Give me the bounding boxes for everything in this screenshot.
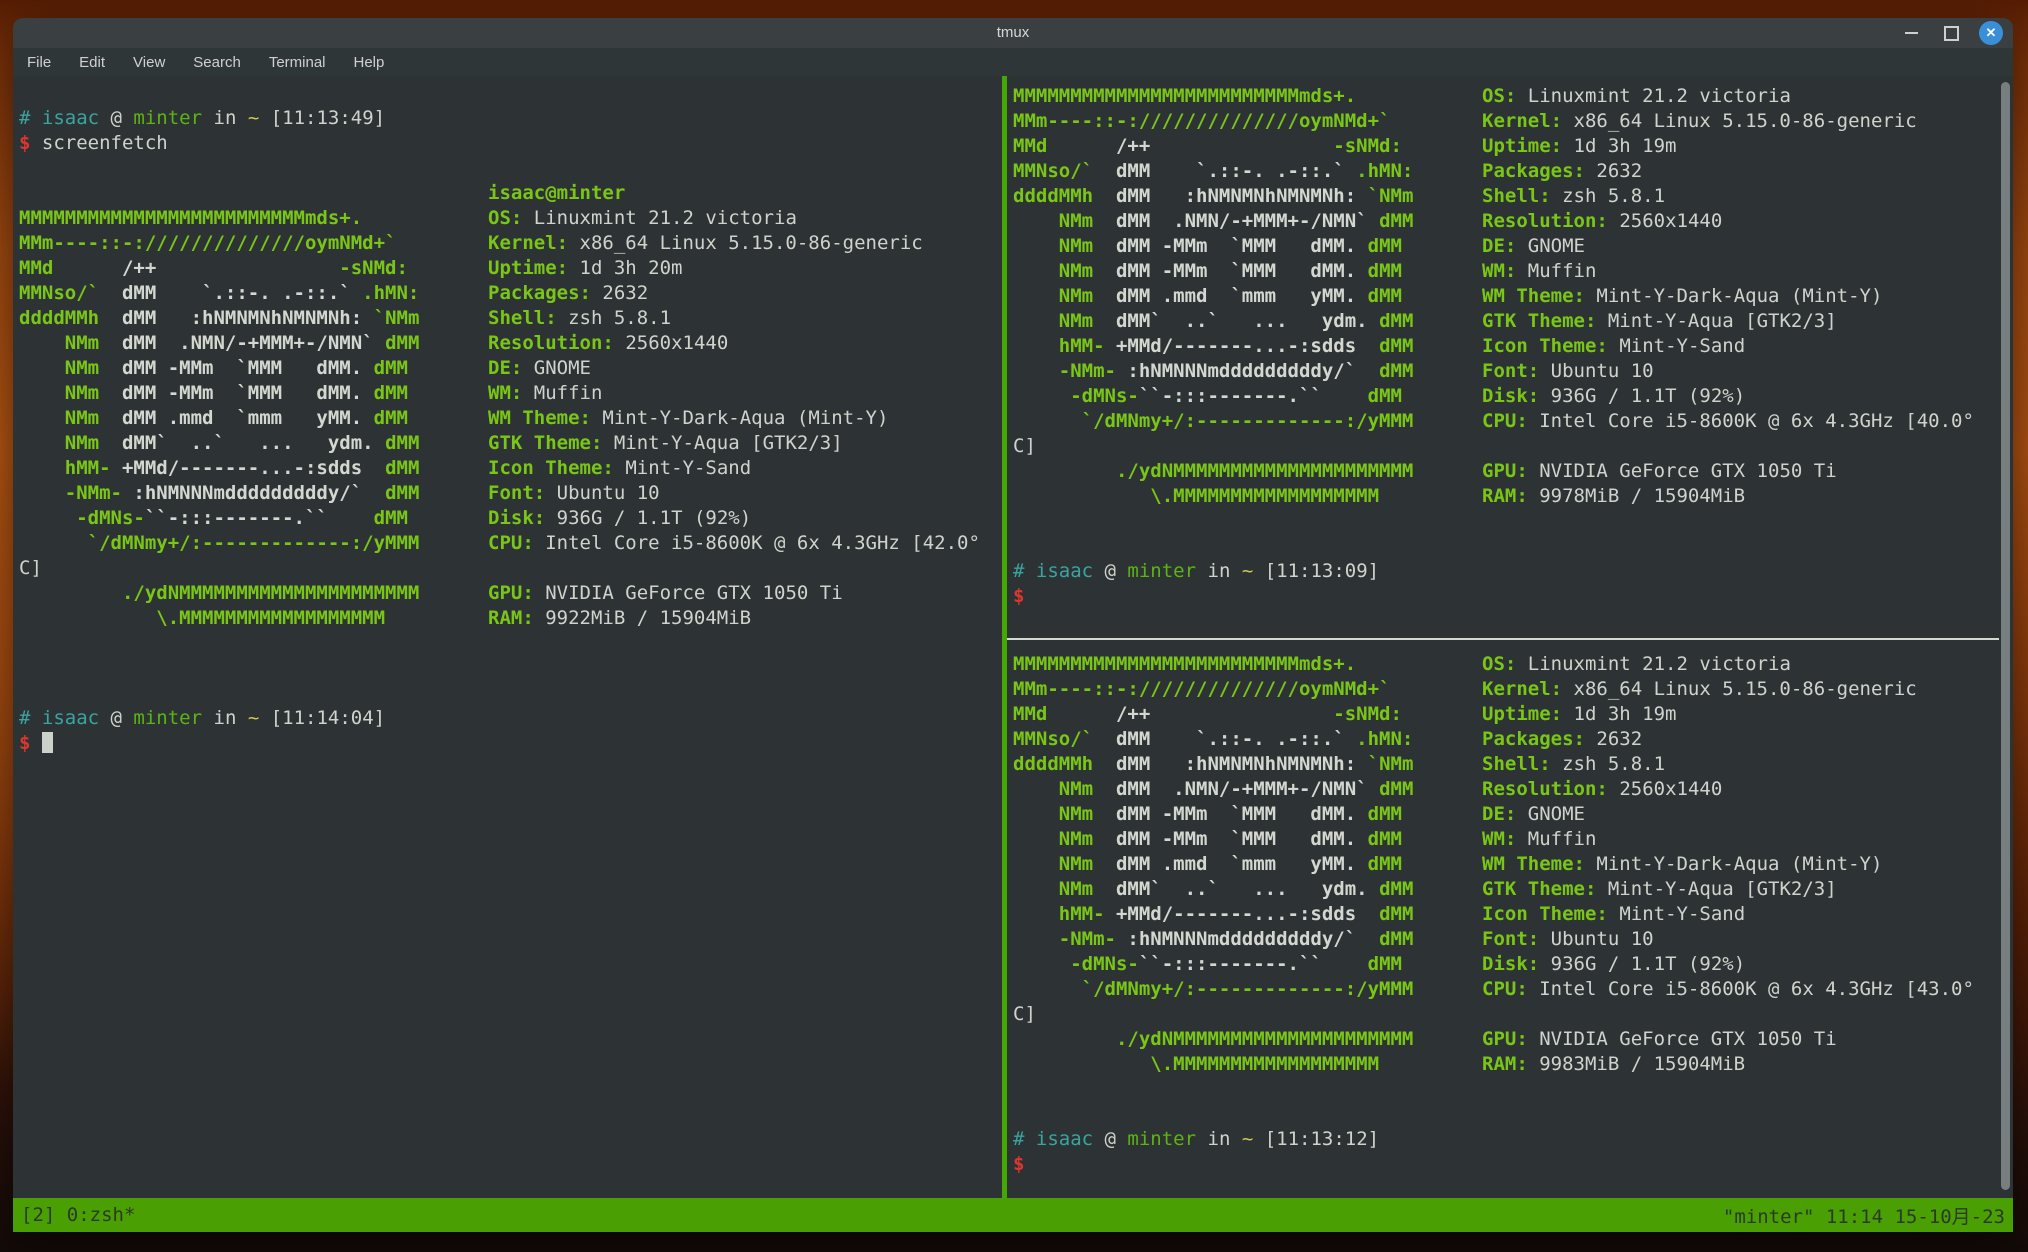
terminal-line: -dMNs-``-:::-------.`` dMM Disk: 936G / … [1013,384,2013,409]
menu-bar: File Edit View Search Terminal Help [13,48,2013,76]
terminal-line: C] [1013,1002,2013,1027]
terminal-line: hMM- +MMd/-------...-:sdds dMM Icon Them… [19,456,1008,481]
terminal-line: -NMm- :hNMNNNmdddddddddy/` dMM Font: Ubu… [19,481,1008,506]
status-host-clock: "minter" 11:14 15-10月-23 [1723,1202,2005,1229]
terminal-line: MMm----::-://////////////oymNMd+` Kernel… [19,231,1008,256]
terminal-line: NMm dMM -MMm `MMM dMM. dMM WM: Muffin [1013,259,2013,284]
tmux-status-bar: [2] 0:zsh* "minter" 11:14 15-10月-23 [13,1198,2013,1232]
terminal-line [1013,1102,2013,1127]
terminal-line: ddddMMh dMM :hNMNMNhNMNMNh: `NMm Shell: … [19,306,1008,331]
terminal-line: NMm dMM .NMN/-+MMM+-/NMN` dMM Resolution… [19,331,1008,356]
close-button[interactable]: ✕ [1979,21,2003,45]
terminal-line: NMm dMM -MMm `MMM dMM. dMM WM: Muffin [19,381,1008,406]
terminal-line: # isaac @ minter in ~ [11:13:12] [1013,1127,2013,1152]
terminal-line: ./ydNMMMMMMMMMMMMMMMMMMMMM GPU: NVIDIA G… [19,581,1008,606]
terminal-line: MMMMMMMMMMMMMMMMMMMMMMMMMmds+. OS: Linux… [1013,652,2013,677]
terminal-line: NMm dMM` ..` ... ydm. dMM GTK Theme: Min… [1013,309,2013,334]
terminal-line: NMm dMM -MMm `MMM dMM. dMM DE: GNOME [1013,802,2013,827]
window-controls: ✕ [1899,18,2003,48]
terminal-line [1013,509,2013,534]
terminal-line: MMNso/` dMM `.::-. .-::.` .hMN: Packages… [1013,727,2013,752]
terminal-line [19,656,1008,681]
terminal-window: tmux ✕ File Edit View Search Terminal Help # … [13,18,2013,1232]
terminal-line: $ [1013,584,2013,609]
terminal-line: $ screenfetch [19,131,1008,156]
text-cursor [42,732,53,753]
terminal-line: -dMNs-``-:::-------.`` dMM Disk: 936G / … [19,506,1008,531]
terminal-line: # isaac @ minter in ~ [11:13:49] [19,106,1008,131]
terminal-line: NMm dMM .NMN/-+MMM+-/NMN` dMM Resolution… [1013,777,2013,802]
terminal-line: MMNso/` dMM `.::-. .-::.` .hMN: Packages… [19,281,1008,306]
terminal-line: ./ydNMMMMMMMMMMMMMMMMMMMMM GPU: NVIDIA G… [1013,1027,2013,1052]
maximize-icon [1944,26,1959,41]
minimize-button[interactable] [1899,21,1923,45]
terminal-line: NMm dMM -MMm `MMM dMM. dMM WM: Muffin [1013,827,2013,852]
scrollbar-thumb[interactable] [2001,82,2010,1190]
tmux-pane-right-bottom[interactable]: MMMMMMMMMMMMMMMMMMMMMMMMMmds+. OS: Linux… [1007,640,2013,1198]
terminal-line: `/dMNmy+/:-------------:/yMMM CPU: Intel… [1013,977,2013,1002]
status-session-windows: [2] 0:zsh* [21,1204,135,1226]
menu-item-edit[interactable]: Edit [79,54,105,71]
terminal-line: NMm dMM` ..` ... ydm. dMM GTK Theme: Min… [19,431,1008,456]
terminal-line: ./ydNMMMMMMMMMMMMMMMMMMMMM GPU: NVIDIA G… [1013,459,2013,484]
terminal-line: hMM- +MMd/-------...-:sdds dMM Icon Them… [1013,902,2013,927]
maximize-button[interactable] [1939,21,1963,45]
terminal-line: MMNso/` dMM `.::-. .-::.` .hMN: Packages… [1013,159,2013,184]
menu-item-view[interactable]: View [133,54,165,71]
terminal-line [19,631,1008,656]
close-icon: ✕ [1986,25,1997,41]
terminal-line: NMm dMM -MMm `MMM dMM. dMM DE: GNOME [1013,234,2013,259]
terminal-line: NMm dMM -MMm `MMM dMM. dMM DE: GNOME [19,356,1008,381]
tmux-pane-right-top[interactable]: MMMMMMMMMMMMMMMMMMMMMMMMMmds+. OS: Linux… [1007,76,2013,638]
terminal-line [1013,534,2013,559]
terminal-line: MMd /++ -sNMd: Uptime: 1d 3h 20m [19,256,1008,281]
terminal-line: $ [19,731,1008,756]
terminal-line: isaac@minter [19,181,1008,206]
menu-item-file[interactable]: File [27,54,51,71]
terminal-line: `/dMNmy+/:-------------:/yMMM CPU: Intel… [1013,409,2013,434]
terminal-line: NMm dMM .mmd `mmm yMM. dMM WM Theme: Min… [19,406,1008,431]
title-bar[interactable]: tmux ✕ [13,18,2013,48]
terminal-content: # isaac @ minter in ~ [11:13:49]$ screen… [13,76,2013,1198]
terminal-line: hMM- +MMd/-------...-:sdds dMM Icon Them… [1013,334,2013,359]
terminal-line: # isaac @ minter in ~ [11:14:04] [19,706,1008,731]
minimize-icon [1905,32,1918,34]
terminal-line: MMMMMMMMMMMMMMMMMMMMMMMMMmds+. OS: Linux… [1013,84,2013,109]
terminal-line: NMm dMM .mmd `mmm yMM. dMM WM Theme: Min… [1013,852,2013,877]
terminal-line: \.MMMMMMMMMMMMMMMMMM RAM: 9922MiB / 1590… [19,606,1008,631]
terminal-line: NMm dMM .mmd `mmm yMM. dMM WM Theme: Min… [1013,284,2013,309]
terminal-line [1013,1077,2013,1102]
menu-item-help[interactable]: Help [354,54,385,71]
terminal-line: NMm dMM` ..` ... ydm. dMM GTK Theme: Min… [1013,877,2013,902]
tmux-pane-left[interactable]: # isaac @ minter in ~ [11:13:49]$ screen… [13,76,1008,1198]
terminal-line: \.MMMMMMMMMMMMMMMMMM RAM: 9978MiB / 1590… [1013,484,2013,509]
terminal-line: C] [19,556,1008,581]
terminal-line: ddddMMh dMM :hNMNMNhNMNMNh: `NMm Shell: … [1013,184,2013,209]
menu-item-terminal[interactable]: Terminal [269,54,326,71]
terminal-line: MMm----::-://////////////oymNMd+` Kernel… [1013,109,2013,134]
window-title: tmux [13,18,2013,48]
terminal-line: MMd /++ -sNMd: Uptime: 1d 3h 19m [1013,702,2013,727]
terminal-line: $ [1013,1152,2013,1177]
terminal-line: ddddMMh dMM :hNMNMNhNMNMNh: `NMm Shell: … [1013,752,2013,777]
terminal-line: NMm dMM .NMN/-+MMM+-/NMN` dMM Resolution… [1013,209,2013,234]
terminal-line [19,681,1008,706]
terminal-line [19,156,1008,181]
terminal-line: C] [1013,434,2013,459]
terminal-line: MMd /++ -sNMd: Uptime: 1d 3h 19m [1013,134,2013,159]
terminal-line: # isaac @ minter in ~ [11:13:09] [1013,559,2013,584]
terminal-line: MMm----::-://////////////oymNMd+` Kernel… [1013,677,2013,702]
terminal-line: MMMMMMMMMMMMMMMMMMMMMMMMMmds+. OS: Linux… [19,206,1008,231]
terminal-line: `/dMNmy+/:-------------:/yMMM CPU: Intel… [19,531,1008,556]
terminal-line: -NMm- :hNMNNNmdddddddddy/` dMM Font: Ubu… [1013,927,2013,952]
menu-item-search[interactable]: Search [193,54,241,71]
terminal-line: -NMm- :hNMNNNmdddddddddy/` dMM Font: Ubu… [1013,359,2013,384]
terminal-line: \.MMMMMMMMMMMMMMMMMM RAM: 9983MiB / 1590… [1013,1052,2013,1077]
terminal-line: -dMNs-``-:::-------.`` dMM Disk: 936G / … [1013,952,2013,977]
